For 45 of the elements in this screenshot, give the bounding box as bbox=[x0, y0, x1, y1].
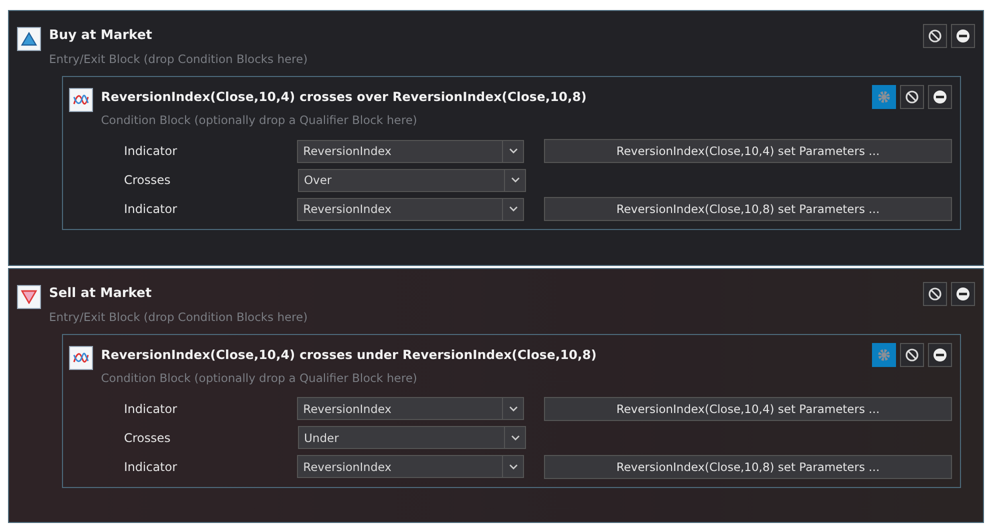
disable-icon bbox=[905, 90, 919, 104]
parameters-button[interactable]: ReversionIndex(Close,10,8) set Parameters ... bbox=[544, 454, 952, 478]
minus-circle-icon bbox=[956, 29, 970, 43]
block-title: Buy at Market bbox=[49, 28, 152, 43]
condition-subtitle: Condition Block (optionally drop a Qualifier Block here) bbox=[101, 370, 418, 384]
disable-button[interactable] bbox=[923, 282, 947, 306]
field-label: Indicator bbox=[124, 202, 178, 216]
dropdown[interactable]: ReversionIndex bbox=[297, 455, 524, 478]
disable-button[interactable] bbox=[900, 85, 924, 109]
field-label: Indicator bbox=[124, 402, 178, 416]
gear-icon bbox=[877, 348, 891, 362]
field-label: Crosses bbox=[124, 173, 172, 187]
dropdown[interactable]: ReversionIndex bbox=[297, 198, 524, 220]
disable-button[interactable] bbox=[923, 24, 947, 48]
gear-icon bbox=[877, 90, 891, 104]
remove-button[interactable] bbox=[951, 24, 975, 48]
condition-title: ReversionIndex(Close,10,4) crosses over ReversionIndex(Close,10,8) bbox=[101, 89, 587, 104]
dropdown[interactable]: ReversionIndex bbox=[297, 397, 524, 420]
disable-button[interactable] bbox=[900, 342, 924, 366]
parameters-button[interactable]: ReversionIndex(Close,10,8) set Parameters ... bbox=[544, 197, 952, 221]
dropdown[interactable]: ReversionIndex bbox=[297, 140, 524, 162]
parameters-button[interactable]: ReversionIndex(Close,10,4) set Parameters ... bbox=[544, 139, 952, 163]
block-subtitle: Entry/Exit Block (drop Condition Blocks here) bbox=[49, 52, 308, 66]
field-label: Indicator bbox=[124, 460, 178, 474]
disable-icon bbox=[905, 348, 919, 362]
minus-circle-icon bbox=[933, 348, 947, 362]
disable-icon bbox=[928, 29, 942, 43]
parameters-button[interactable]: ReversionIndex(Close,10,4) set Parameters ... bbox=[544, 396, 952, 420]
dropdown[interactable]: Under bbox=[298, 426, 526, 449]
settings-button[interactable] bbox=[872, 342, 896, 366]
minus-circle-icon bbox=[933, 90, 947, 104]
field-label: Indicator bbox=[124, 144, 178, 158]
crossing-lines-icon bbox=[69, 88, 93, 112]
disable-icon bbox=[928, 286, 942, 300]
remove-button[interactable] bbox=[951, 282, 975, 306]
field-label: Crosses bbox=[124, 430, 172, 444]
minus-circle-icon bbox=[956, 286, 970, 300]
block-title: Sell at Market bbox=[49, 286, 152, 300]
block-subtitle: Entry/Exit Block (drop Condition Blocks here) bbox=[49, 310, 308, 324]
crossing-lines-icon bbox=[69, 346, 93, 370]
condition-subtitle: Condition Block (optionally drop a Qualifier Block here) bbox=[101, 113, 418, 127]
remove-button[interactable] bbox=[928, 85, 952, 109]
dropdown[interactable]: Over bbox=[298, 168, 526, 192]
remove-button[interactable] bbox=[928, 342, 952, 366]
condition-title: ReversionIndex(Close,10,4) crosses under ReversionIndex(Close,10,8) bbox=[101, 346, 597, 362]
